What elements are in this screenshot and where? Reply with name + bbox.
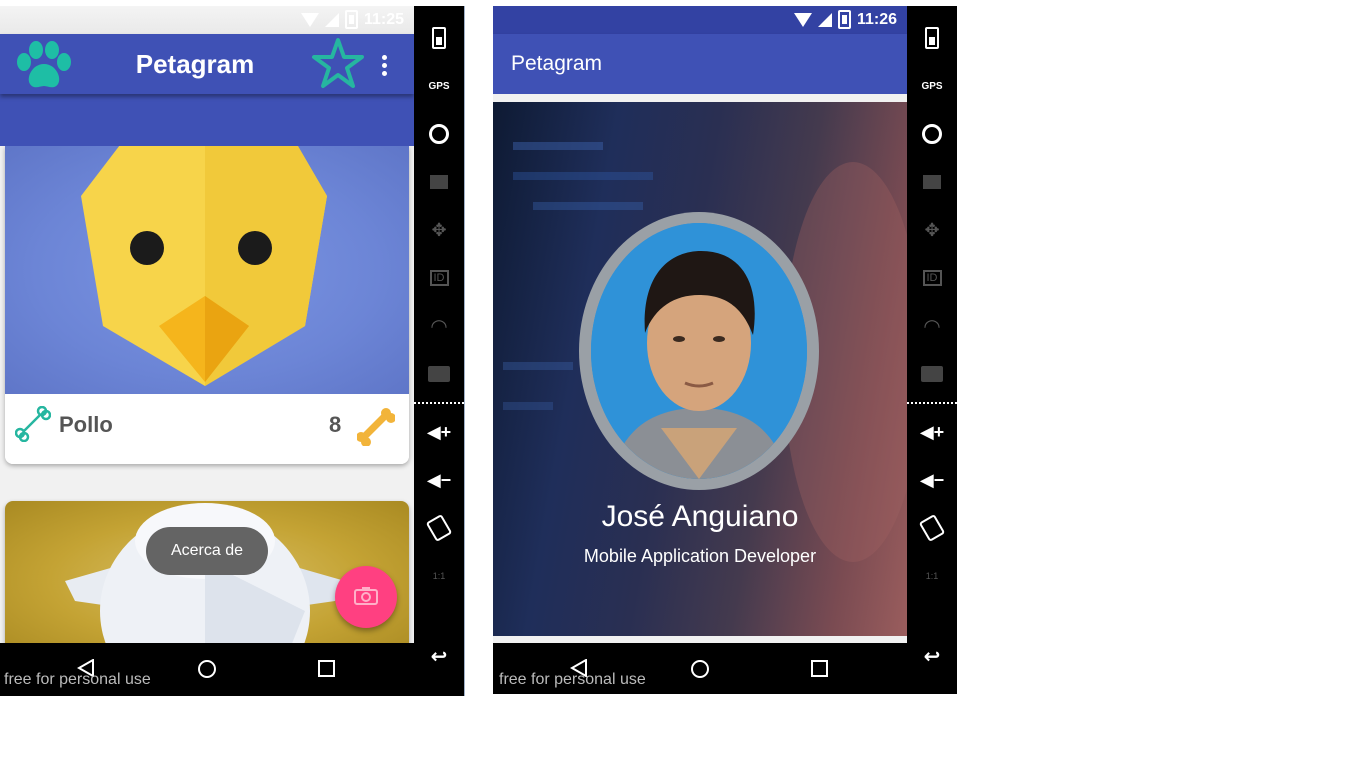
camera-control-icon[interactable] (907, 114, 957, 154)
scale-icon[interactable]: 1:1 (907, 556, 957, 596)
back-control-icon[interactable]: ↩ (907, 636, 957, 676)
dpad-icon[interactable]: ✥ (907, 210, 957, 250)
clapperboard-icon[interactable] (414, 162, 464, 202)
app-bar: Petagram (493, 34, 907, 94)
developer-name: José Anguiano (601, 500, 799, 533)
nav-home-icon[interactable] (198, 660, 216, 678)
status-bar: 11:25 (0, 6, 414, 34)
clapperboard-icon[interactable] (907, 162, 957, 202)
profile-banner: José Anguiano Mobile Application Develop… (493, 102, 907, 636)
nav-home-icon[interactable] (691, 660, 709, 678)
profile-photo (591, 223, 807, 479)
developer-role: Mobile Application Developer (583, 546, 817, 566)
sms-icon[interactable] (414, 354, 464, 394)
watermark: free for personal use (4, 671, 151, 688)
rss-icon[interactable]: ◠ (907, 306, 957, 346)
toast-message: Acerca de (146, 527, 268, 575)
camera-fab-button[interactable] (335, 566, 397, 628)
gps-icon[interactable]: GPS (414, 66, 464, 106)
battery-icon (837, 10, 851, 29)
wifi-icon (300, 12, 319, 27)
back-control-icon[interactable]: ↩ (414, 636, 464, 676)
star-outline-icon[interactable] (310, 36, 366, 92)
id-icon[interactable]: ID (907, 258, 957, 298)
battery-icon (344, 10, 358, 29)
gps-icon[interactable]: GPS (907, 66, 957, 106)
emulator-side-panel: GPS ✥ ID ◠ ◀+ ◀− 1:1 ↩ (414, 6, 464, 696)
volume-down-icon[interactable]: ◀− (414, 460, 464, 500)
bone-outline-icon[interactable] (15, 406, 51, 442)
pet-name: Pollo (59, 412, 113, 437)
signal-icon (817, 12, 832, 27)
nav-recents-icon[interactable] (318, 660, 335, 677)
about-content: José Anguiano Mobile Application Develop… (493, 94, 907, 643)
tab-bar (0, 94, 414, 146)
status-time: 11:25 (363, 10, 404, 28)
camera-icon (354, 587, 378, 605)
dpad-icon[interactable]: ✥ (414, 210, 464, 250)
bone-icon (357, 408, 395, 446)
app-bar: Petagram (0, 34, 414, 94)
status-time: 11:26 (856, 10, 897, 28)
nav-recents-icon[interactable] (811, 660, 828, 677)
emulator-window-left: 11:25 Petagram Pollo 8 Acerca de free fo… (0, 6, 465, 696)
system-nav-bar: free for personal use (493, 643, 907, 694)
pet-image-chick (5, 146, 409, 394)
system-nav-bar: free for personal use (0, 643, 414, 696)
volume-up-icon[interactable]: ◀+ (907, 412, 957, 452)
battery-control-icon[interactable] (414, 18, 464, 58)
volume-down-icon[interactable]: ◀− (907, 460, 957, 500)
overflow-menu-icon[interactable] (374, 48, 394, 82)
watermark: free for personal use (499, 671, 646, 688)
wifi-icon (793, 12, 812, 27)
app-title: Petagram (511, 52, 603, 75)
status-bar: 11:26 (493, 6, 907, 34)
camera-control-icon[interactable] (414, 114, 464, 154)
like-count: 8 (329, 412, 342, 437)
rotate-icon[interactable] (907, 508, 957, 548)
sms-icon[interactable] (907, 354, 957, 394)
emulator-window-right: 11:26 Petagram José Anguiano Mobile Appl… (493, 6, 957, 694)
pet-card-footer: Pollo 8 (5, 394, 409, 464)
device-screen: 11:25 Petagram Pollo 8 Acerca de free fo… (0, 6, 414, 696)
id-icon[interactable]: ID (414, 258, 464, 298)
battery-control-icon[interactable] (907, 18, 957, 58)
pet-card[interactable]: Pollo 8 (5, 146, 409, 464)
volume-up-icon[interactable]: ◀+ (414, 412, 464, 452)
scale-icon[interactable]: 1:1 (414, 556, 464, 596)
rss-icon[interactable]: ◠ (414, 306, 464, 346)
rotate-icon[interactable] (414, 508, 464, 548)
signal-icon (324, 12, 339, 27)
emulator-side-panel: GPS ✥ ID ◠ ◀+ ◀− 1:1 ↩ (907, 6, 957, 694)
